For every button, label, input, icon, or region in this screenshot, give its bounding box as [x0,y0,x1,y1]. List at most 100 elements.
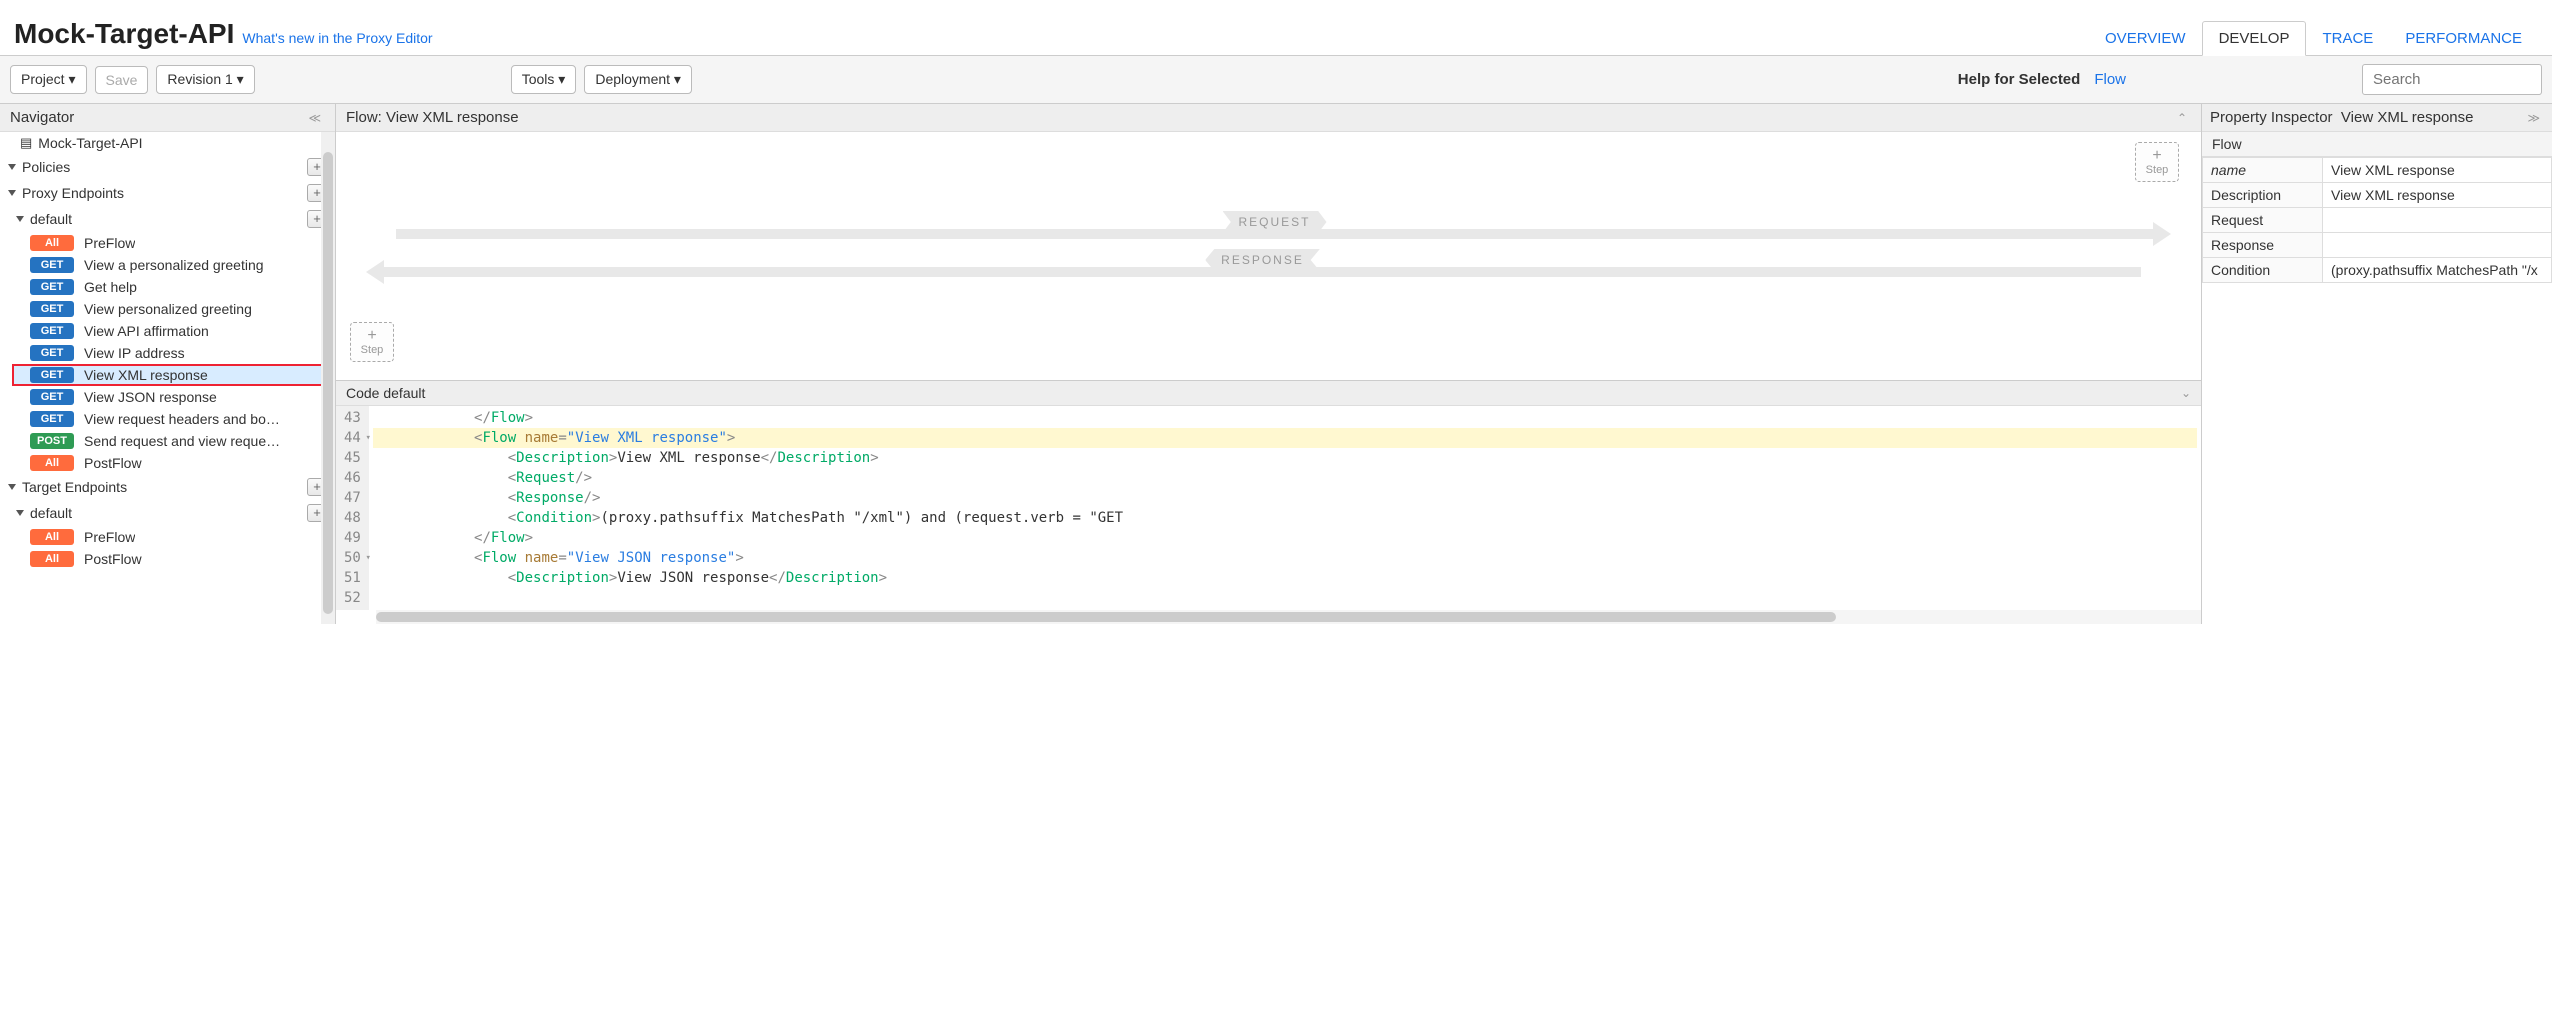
tab-overview[interactable]: OVERVIEW [2089,22,2202,55]
search-input[interactable] [2362,64,2542,95]
navigator-target-default[interactable]: default + [12,500,335,526]
flow-label: View XML response [84,367,208,383]
proxy-title: Mock-Target-API [14,18,234,50]
flow-row[interactable]: All PreFlow [12,526,335,548]
flow-label: View personalized greeting [84,301,252,317]
inspector-key: Response [2203,233,2323,258]
method-badge: GET [30,389,74,405]
collapse-navigator-icon[interactable]: ≪ [304,111,325,125]
tools-button[interactable]: Tools ▾ [511,65,577,94]
whats-new-link[interactable]: What's new in the Proxy Editor [242,30,432,46]
navigator-proxy-default[interactable]: default + [12,206,335,232]
navigator-root[interactable]: ▤ Mock-Target-API [0,132,335,154]
flow-label: Get help [84,279,137,295]
add-step-response-button[interactable]: +Step [350,322,394,362]
method-badge: GET [30,257,74,273]
tab-trace[interactable]: TRACE [2306,22,2389,55]
toolbar: Project ▾ Save Revision 1 ▾ Tools ▾ Depl… [0,56,2552,104]
method-badge: GET [30,323,74,339]
inspector-value[interactable]: View XML response [2323,183,2552,208]
navigator-panel: Navigator ≪ ▤ Mock-Target-API Policies +… [0,104,336,624]
flow-row[interactable]: GET View personalized greeting [12,298,335,320]
inspector-row[interactable]: Request [2203,208,2552,233]
add-step-request-button[interactable]: +Step [2135,142,2179,182]
flow-label: PreFlow [84,235,135,251]
flow-row[interactable]: All PostFlow [12,548,335,570]
flow-header: Flow: View XML response ⌃ [336,104,2201,132]
method-badge: GET [30,411,74,427]
property-inspector: Property Inspector View XML response ≫ F… [2202,104,2552,624]
method-badge: POST [30,433,74,449]
navigator-scrollbar[interactable] [321,132,335,624]
tab-performance[interactable]: PERFORMANCE [2389,22,2538,55]
inspector-value[interactable] [2323,233,2552,258]
page-header: Mock-Target-API What's new in the Proxy … [0,0,2552,56]
flow-row[interactable]: GET View a personalized greeting [12,254,335,276]
help-label: Help for Selected [1958,71,2081,88]
code-panel: Code default ⌄ 43444546474849505152 </Fl… [336,380,2201,624]
method-badge: All [30,529,74,545]
header-tabs: OVERVIEWDEVELOPTRACEPERFORMANCE [2089,4,2538,55]
project-button[interactable]: Project ▾ [10,65,87,94]
flow-row[interactable]: GET View request headers and bo… [12,408,335,430]
inspector-value[interactable]: View XML response [2323,158,2552,183]
flow-label: View a personalized greeting [84,257,264,273]
method-badge: GET [30,367,74,383]
method-badge: All [30,235,74,251]
revision-button[interactable]: Revision 1 ▾ [156,65,254,94]
flow-label: PostFlow [84,455,142,471]
inspector-row[interactable]: Condition(proxy.pathsuffix MatchesPath "… [2203,258,2552,283]
expand-inspector-icon[interactable]: ≫ [2523,111,2544,125]
flow-label: View IP address [84,345,185,361]
code-header: Code default ⌄ [336,381,2201,406]
method-badge: GET [30,279,74,295]
code-collapse-icon[interactable]: ⌄ [2181,386,2191,400]
flow-label: PostFlow [84,551,142,567]
inspector-table: nameView XML responseDescriptionView XML… [2202,157,2552,283]
flow-label: View JSON response [84,389,217,405]
inspector-key: Request [2203,208,2323,233]
navigator-section-policies[interactable]: Policies + [0,154,335,180]
flow-row[interactable]: GET Get help [12,276,335,298]
flow-row[interactable]: GET View API affirmation [12,320,335,342]
inspector-value[interactable]: (proxy.pathsuffix MatchesPath "/x [2323,258,2552,283]
response-arrow-label: RESPONSE [1205,249,1320,271]
flow-label: View request headers and bo… [84,411,280,427]
deployment-button[interactable]: Deployment ▾ [584,65,692,94]
method-badge: All [30,455,74,471]
flow-row[interactable]: POST Send request and view reque… [12,430,335,452]
inspector-row[interactable]: nameView XML response [2203,158,2552,183]
inspector-value[interactable] [2323,208,2552,233]
method-badge: All [30,551,74,567]
save-button[interactable]: Save [95,66,149,94]
tab-develop[interactable]: DEVELOP [2202,21,2307,56]
method-badge: GET [30,345,74,361]
flow-label: View API affirmation [84,323,209,339]
center-panel: Flow: View XML response ⌃ +Step REQUEST … [336,104,2202,624]
flow-row[interactable]: All PostFlow [12,452,335,474]
code-horizontal-scrollbar[interactable] [376,610,2201,624]
inspector-row[interactable]: DescriptionView XML response [2203,183,2552,208]
inspector-section: Flow [2202,132,2552,157]
code-editor[interactable]: 43444546474849505152 </Flow> <Flow name=… [336,406,2201,610]
inspector-header: Property Inspector View XML response ≫ [2202,104,2552,132]
inspector-key: Description [2203,183,2323,208]
flow-row[interactable]: All PreFlow [12,232,335,254]
flow-canvas: +Step REQUEST RESPONSE +Step [336,132,2201,380]
inspector-row[interactable]: Response [2203,233,2552,258]
inspector-key: Condition [2203,258,2323,283]
flow-row[interactable]: GET View XML response [12,364,335,386]
navigator-section-target-endpoints[interactable]: Target Endpoints + [0,474,335,500]
navigator-header: Navigator ≪ [0,104,335,132]
request-arrow-label: REQUEST [1222,211,1326,233]
navigator-section-proxy-endpoints[interactable]: Proxy Endpoints + [0,180,335,206]
flow-row[interactable]: GET View IP address [12,342,335,364]
method-badge: GET [30,301,74,317]
flow-row[interactable]: GET View JSON response [12,386,335,408]
document-icon: ▤ [20,135,32,151]
flow-label: Send request and view reque… [84,433,280,449]
flow-label: PreFlow [84,529,135,545]
flow-scroll-up-icon[interactable]: ⌃ [2173,111,2191,125]
help-link[interactable]: Flow [2094,71,2126,88]
inspector-key: name [2203,158,2323,183]
